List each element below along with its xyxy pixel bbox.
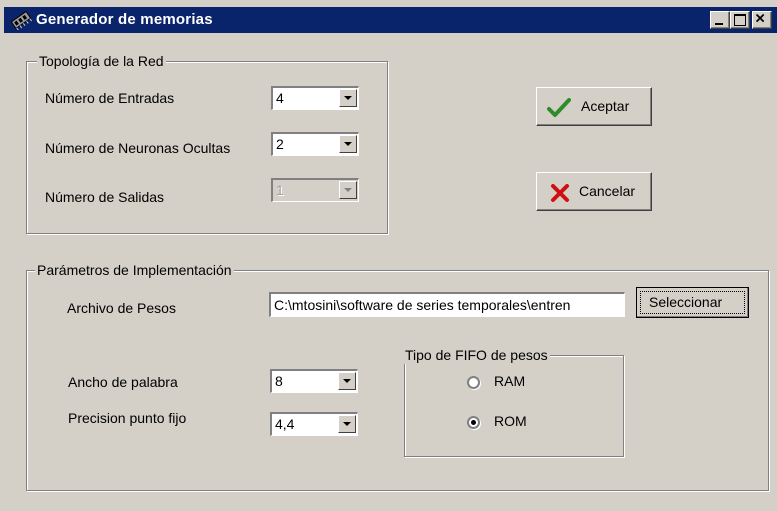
maximize-icon xyxy=(734,14,746,26)
entradas-label: Número de Entradas xyxy=(45,90,175,106)
precision-dropdown-button[interactable] xyxy=(338,415,356,433)
radio-rom[interactable]: ROM xyxy=(467,412,557,432)
radio-selected-dot xyxy=(471,420,476,425)
ancho-label: Ancho de palabra xyxy=(68,374,178,390)
minimize-icon xyxy=(715,23,723,25)
cancelar-label: Cancelar xyxy=(579,183,636,199)
ancho-dropdown-button[interactable] xyxy=(338,372,356,390)
chevron-down-icon xyxy=(344,142,352,146)
topologia-group: Topología de la Red Número de Entradas 4… xyxy=(26,52,388,234)
salidas-value: 1 xyxy=(276,182,284,198)
salidas-dropdown-button xyxy=(339,181,357,199)
fifo-group: Tipo de FIFO de pesos RAM ROM xyxy=(403,346,624,457)
ocultas-dropdown-button[interactable] xyxy=(339,135,357,153)
salidas-select: 1 xyxy=(271,178,359,202)
radio-rom-label: ROM xyxy=(494,413,527,429)
seleccionar-label: Seleccionar xyxy=(649,294,723,310)
ancho-select[interactable]: 8 xyxy=(270,369,358,393)
minimize-button[interactable] xyxy=(710,11,730,29)
aceptar-label: Aceptar xyxy=(581,98,630,114)
chevron-down-icon xyxy=(344,188,352,192)
ocultas-label: Número de Neuronas Ocultas xyxy=(45,140,231,156)
ocultas-select[interactable]: 2 xyxy=(271,132,359,156)
checkmark-icon xyxy=(547,98,571,117)
close-button[interactable] xyxy=(752,11,772,29)
cancelar-button[interactable]: Cancelar xyxy=(536,172,652,211)
main-window: Generador de memorias Topología de la Re… xyxy=(0,0,777,511)
archivo-pesos-value: C:\mtosini\software de series temporales… xyxy=(274,297,571,313)
parametros-legend: Parámetros de Implementación xyxy=(35,261,234,279)
fifo-legend: Tipo de FIFO de pesos xyxy=(403,346,550,364)
chevron-down-icon xyxy=(343,422,351,426)
seleccionar-button[interactable]: Seleccionar xyxy=(636,287,749,318)
chevron-down-icon xyxy=(343,379,351,383)
archivo-label: Archivo de Pesos xyxy=(67,300,176,316)
ancho-value: 8 xyxy=(275,373,283,389)
maximize-button[interactable] xyxy=(730,11,750,29)
entradas-select[interactable]: 4 xyxy=(271,86,359,110)
topologia-legend: Topología de la Red xyxy=(37,52,166,70)
chevron-down-icon xyxy=(344,96,352,100)
precision-value: 4,4 xyxy=(275,416,295,432)
radio-rom-circle[interactable] xyxy=(467,416,480,429)
radio-ram-circle[interactable] xyxy=(467,376,480,389)
salidas-label: Número de Salidas xyxy=(45,189,165,205)
aceptar-button[interactable]: Aceptar xyxy=(536,87,652,126)
close-icon xyxy=(755,13,765,23)
x-icon xyxy=(551,184,569,202)
archivo-pesos-field[interactable]: C:\mtosini\software de series temporales… xyxy=(269,292,625,317)
precision-select[interactable]: 4,4 xyxy=(270,412,358,436)
radio-ram[interactable]: RAM xyxy=(467,372,557,392)
window-title: Generador de memorias xyxy=(36,11,213,28)
precision-label: Precision punto fijo xyxy=(68,410,187,426)
parametros-group: Parámetros de Implementación Archivo de … xyxy=(26,261,769,491)
radio-ram-label: RAM xyxy=(494,373,526,389)
title-bar[interactable]: Generador de memorias xyxy=(4,7,777,33)
entradas-value: 4 xyxy=(276,90,284,106)
entradas-dropdown-button[interactable] xyxy=(339,89,357,107)
ocultas-value: 2 xyxy=(276,136,284,152)
app-icon xyxy=(10,10,32,30)
